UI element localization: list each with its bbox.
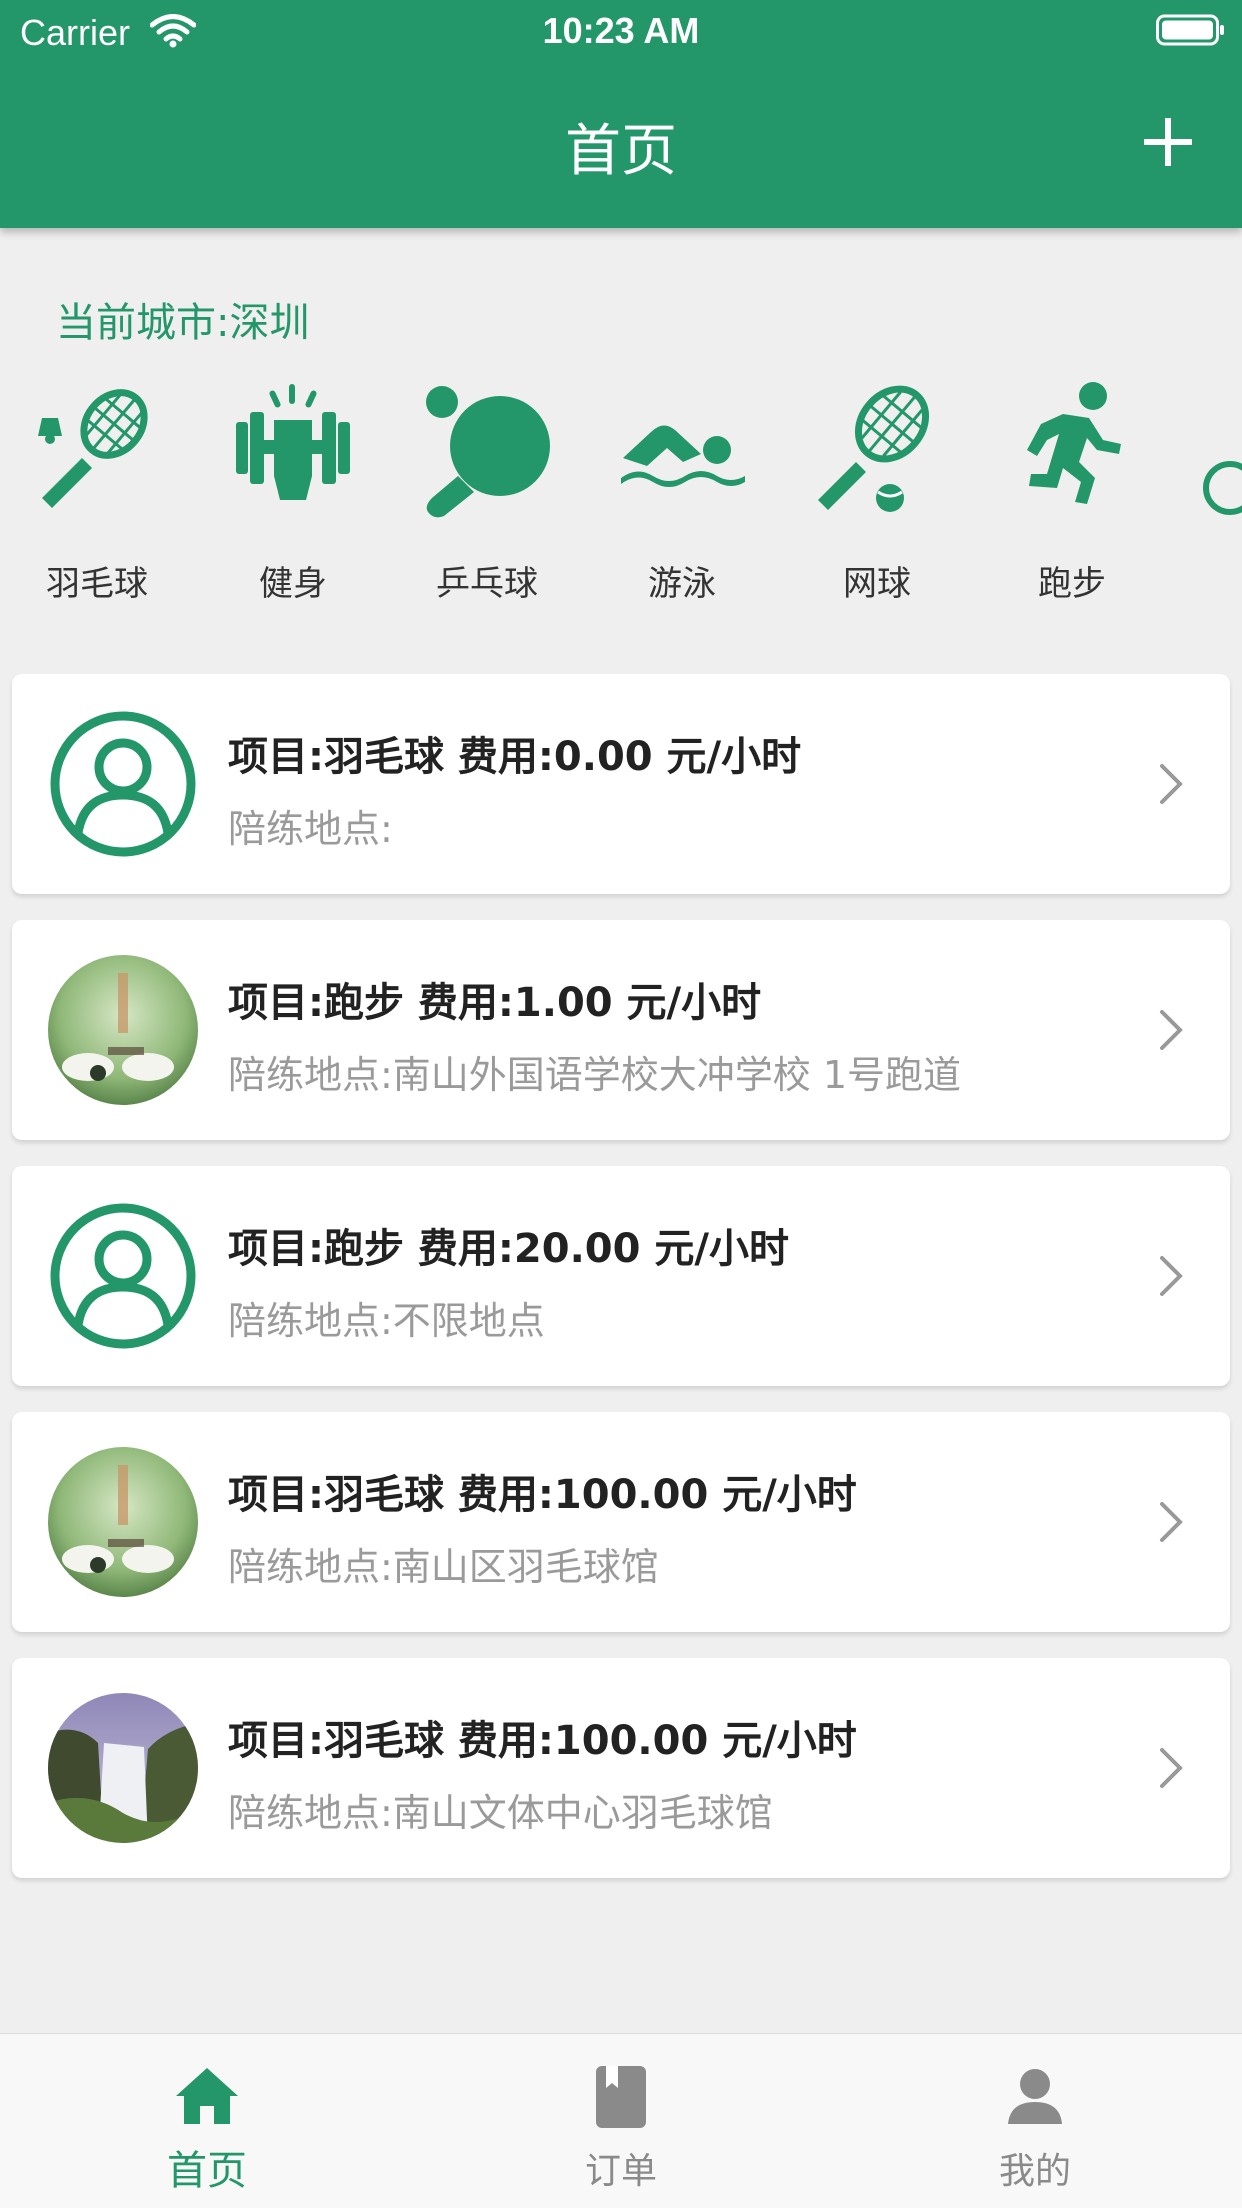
default-user-icon [50, 1203, 196, 1349]
listing-title: 项目:羽毛球 费用:100.00 元/小时 [228, 1718, 857, 1764]
tab-label: 我的 [998, 2151, 1071, 2192]
sport-item-swimming[interactable]: 游泳 [597, 380, 767, 610]
profile-icon [1008, 2069, 1062, 2124]
badminton-icon [38, 389, 148, 508]
listing-title: 项目:羽毛球 费用:0.00 元/小时 [228, 734, 802, 780]
tab-home[interactable]: 首页 [0, 2034, 414, 2208]
avatar [48, 1447, 198, 1597]
default-user-icon [50, 711, 196, 857]
waterfall-photo [48, 1693, 198, 1843]
running-icon [1027, 382, 1121, 504]
chevron-right-icon [1160, 1010, 1183, 1050]
sport-item-badminton[interactable]: 羽毛球 [12, 380, 182, 610]
sport-item-fitness[interactable]: 健身 [208, 380, 378, 610]
sport-label: 跑步 [1038, 564, 1106, 604]
tab-profile[interactable]: 我的 [828, 2034, 1242, 2208]
sport-label: 网球 [843, 564, 911, 604]
navigation-bar: Carrier 10:23 AM 首页 [0, 0, 1242, 228]
status-bar: Carrier 10:23 AM [0, 0, 1242, 62]
fitness-icon [236, 384, 350, 500]
listing-card[interactable]: 项目:羽毛球 费用:100.00 元/小时 陪练地点:南山区羽毛球馆 [12, 1412, 1230, 1632]
battery-icon [1156, 14, 1224, 46]
home-icon [176, 2068, 238, 2124]
avatar [48, 955, 198, 1105]
sport-item-running[interactable]: 跑步 [987, 380, 1157, 610]
shuttlecock-photo [48, 955, 198, 1105]
chevron-right-icon [1160, 1502, 1183, 1542]
listing-card[interactable]: 项目:跑步 费用:1.00 元/小时 陪练地点:南山外国语学校大冲学校 1号跑道 [12, 920, 1230, 1140]
listing-card[interactable]: 项目:跑步 费用:20.00 元/小时 陪练地点:不限地点 [12, 1166, 1230, 1386]
sport-label: 健身 [259, 564, 327, 604]
listing-card[interactable]: 项目:羽毛球 费用:100.00 元/小时 陪练地点:南山文体中心羽毛球馆 [12, 1658, 1230, 1878]
current-city-label[interactable]: 当前城市:深圳 [56, 290, 309, 348]
sport-label: 骑 [1182, 556, 1242, 605]
listing-location: 陪练地点: [228, 807, 393, 851]
tab-bar: 首页 订单 我的 [0, 2033, 1242, 2208]
sport-category-row: 羽毛球 健身 乒乓球 游泳 网球 跑步 [0, 380, 1242, 610]
sport-label: 乒乓球 [436, 564, 538, 604]
swimming-icon [621, 425, 745, 487]
ping-pong-icon [426, 386, 550, 518]
listing-card[interactable]: 项目:羽毛球 费用:0.00 元/小时 陪练地点: [12, 674, 1230, 894]
order-book-icon [596, 2066, 646, 2128]
tennis-icon [818, 385, 930, 512]
listing-list: 项目:羽毛球 费用:0.00 元/小时 陪练地点: 项目:跑步 费用:1.00 … [12, 674, 1230, 1904]
listing-title: 项目:跑步 费用:1.00 元/小时 [228, 980, 762, 1026]
cycling-icon [1203, 461, 1242, 515]
status-time: 10:23 AM [542, 10, 700, 51]
page-title: 首页 [565, 119, 677, 184]
listing-location: 陪练地点:南山区羽毛球馆 [228, 1545, 659, 1589]
chevron-right-icon [1160, 1256, 1183, 1296]
tab-orders[interactable]: 订单 [414, 2034, 828, 2208]
sport-item-tennis[interactable]: 网球 [792, 380, 962, 610]
listing-location: 陪练地点:南山外国语学校大冲学校 1号跑道 [228, 1053, 962, 1097]
listing-location: 陪练地点:南山文体中心羽毛球馆 [228, 1791, 773, 1835]
tab-label: 首页 [167, 2148, 247, 2194]
listing-location: 陪练地点:不限地点 [228, 1299, 545, 1343]
avatar [48, 709, 198, 859]
sport-label: 游泳 [648, 564, 716, 604]
sport-item-ping-pong[interactable]: 乒乓球 [402, 380, 572, 610]
chevron-right-icon [1160, 1748, 1183, 1788]
sport-item-cycling[interactable]: 骑 [1182, 380, 1242, 610]
listing-title: 项目:羽毛球 费用:100.00 元/小时 [228, 1472, 857, 1518]
plus-icon[interactable] [1142, 116, 1194, 168]
chevron-right-icon [1160, 764, 1183, 804]
shuttlecock-photo [48, 1447, 198, 1597]
avatar [48, 1201, 198, 1351]
tab-label: 订单 [584, 2151, 657, 2192]
sport-label: 羽毛球 [46, 564, 148, 604]
avatar [48, 1693, 198, 1843]
listing-title: 项目:跑步 费用:20.00 元/小时 [228, 1226, 789, 1272]
